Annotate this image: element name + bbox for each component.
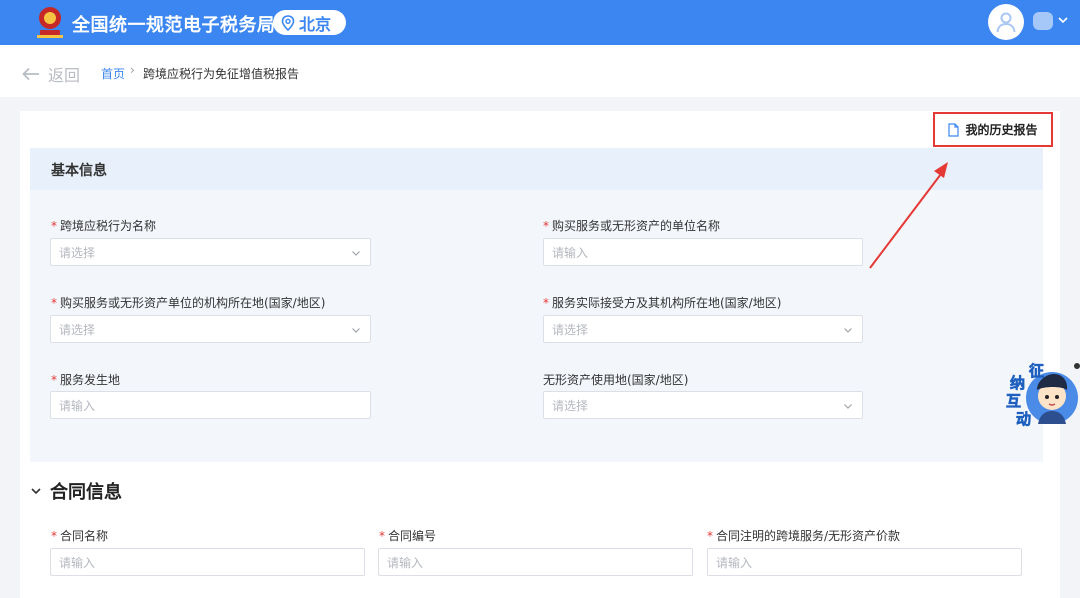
field-label-contract-number: * 合同编号 — [379, 529, 437, 543]
chevron-down-icon — [844, 328, 852, 333]
back-label: 返回 — [48, 66, 81, 85]
user-icon — [996, 12, 1016, 33]
document-icon — [948, 122, 960, 137]
field-label-buyer-location: * 购买服务或无形资产单位的机构所在地(国家/地区) — [51, 296, 326, 310]
input-contract-price[interactable]: 请输入 — [707, 548, 1022, 576]
location-pin-icon — [281, 14, 295, 31]
assistant-char-3: 互 — [1006, 393, 1021, 410]
assistant-char-2: 纳 — [1010, 374, 1025, 392]
back-button[interactable]: 返回 — [22, 62, 80, 86]
select-intangible-use-location[interactable]: 请选择 — [543, 391, 863, 419]
history-report-label: 我的历史报告 — [965, 123, 1038, 137]
basic-info-header — [30, 148, 1043, 190]
user-name-redacted[interactable] — [1033, 12, 1053, 30]
chevron-down-icon — [352, 328, 360, 333]
city-name: 北京 — [299, 14, 332, 34]
breadcrumb-home[interactable]: 首页 — [101, 65, 125, 82]
input-contract-name[interactable]: 请输入 — [50, 548, 365, 576]
input-buyer-name[interactable]: 请输入 — [543, 238, 863, 266]
chevron-down-icon — [31, 488, 41, 495]
assistant-char-1: 征 — [1029, 362, 1044, 380]
chevron-down-icon — [844, 404, 852, 409]
select-buyer-location[interactable]: 请选择 — [50, 315, 371, 343]
city-selector[interactable]: 北京 — [273, 10, 346, 35]
basic-info-title: 基本信息 — [51, 163, 107, 179]
history-report-button[interactable]: 我的历史报告 — [933, 112, 1053, 147]
arrow-left-icon — [22, 67, 39, 81]
tax-emblem-icon — [37, 7, 63, 38]
contract-info-toggle[interactable]: 合同信息 — [30, 478, 122, 504]
field-label-buyer-name: * 购买服务或无形资产的单位名称 — [543, 219, 721, 233]
field-label-service-place: * 服务发生地 — [51, 373, 121, 387]
select-cross-border-act[interactable]: 请选择 — [50, 238, 371, 266]
assistant-widget[interactable]: 征 纳 互 动 — [1004, 360, 1080, 430]
input-service-place[interactable]: 请输入 — [50, 391, 371, 419]
breadcrumb-separator: › — [130, 63, 135, 77]
breadcrumb-current: 跨境应税行为免征增值税报告 — [143, 67, 300, 81]
field-label-contract-name: * 合同名称 — [51, 529, 109, 543]
user-avatar[interactable] — [988, 4, 1024, 40]
chevron-down-icon[interactable] — [1057, 14, 1069, 26]
select-recipient-location[interactable]: 请选择 — [543, 315, 863, 343]
sub-nav: 返回 首页 › 跨境应税行为免征增值税报告 — [0, 45, 1080, 97]
chevron-down-icon — [352, 251, 360, 256]
input-contract-number[interactable]: 请输入 — [378, 548, 693, 576]
app-title: 全国统一规范电子税务局 — [72, 15, 276, 36]
field-label-recipient-location: * 服务实际接受方及其机构所在地(国家/地区) — [543, 296, 782, 310]
field-label-intangible-use-location: 无形资产使用地(国家/地区) — [543, 373, 689, 387]
field-label-cross-border-act: * 跨境应税行为名称 — [51, 219, 157, 233]
assistant-char-4: 动 — [1016, 410, 1031, 428]
field-label-contract-price: * 合同注明的跨境服务/无形资产价款 — [707, 529, 901, 543]
contract-info-title: 合同信息 — [50, 482, 122, 503]
top-bar: 全国统一规范电子税务局 北京 — [0, 0, 1080, 45]
